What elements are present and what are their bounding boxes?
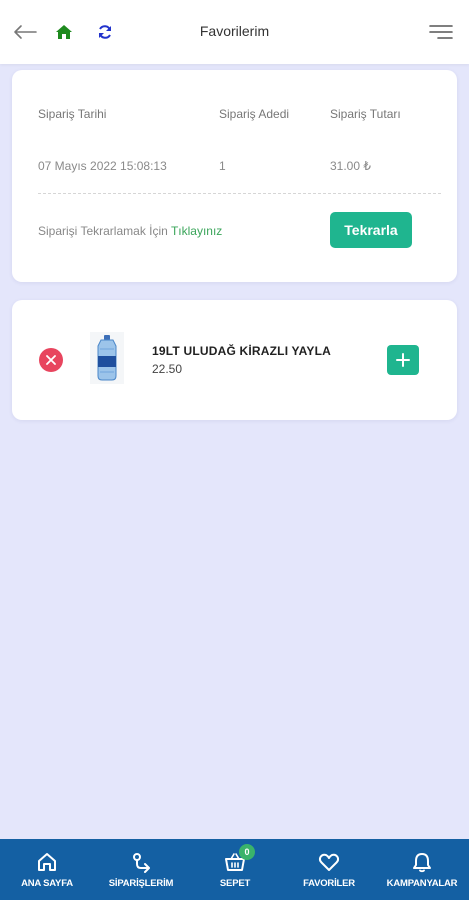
product-card: 19LT ULUDAĞ KİRAZLI YAYLA 22.50 (12, 300, 457, 420)
order-total-value: 31.00 ₺ (330, 159, 371, 173)
basket-icon: 0 (223, 844, 255, 874)
product-price: 22.50 (152, 362, 183, 376)
nav-campaigns-label: KAMPANYALAR (386, 878, 458, 889)
product-name: 19LT ULUDAĞ KİRAZLI YAYLA (152, 344, 332, 358)
order-count-label: Sipariş Adedi (219, 107, 290, 121)
nav-basket[interactable]: 0 SEPET (188, 839, 282, 900)
order-summary-card: Sipariş Tarihi Sipariş Adedi Sipariş Tut… (12, 70, 457, 282)
page-title: Favorilerim (199, 23, 270, 39)
remove-item-button[interactable] (39, 348, 63, 372)
nav-orders[interactable]: SİPARİŞLERİM (94, 839, 188, 900)
add-to-cart-button[interactable] (387, 345, 419, 375)
nav-orders-label: SİPARİŞLERİM (108, 878, 174, 889)
menu-icon[interactable] (429, 20, 453, 44)
nav-favorites-label: FAVORİLER (303, 878, 355, 889)
orders-icon (129, 850, 153, 874)
nav-basket-label: SEPET (219, 878, 251, 889)
divider (38, 193, 441, 194)
nav-favorites[interactable]: FAVORİLER (282, 839, 376, 900)
plus-icon (396, 353, 410, 367)
nav-home[interactable]: ANA SAYFA (0, 839, 94, 900)
top-app-bar: Favorilerim (0, 0, 469, 64)
basket-count-badge: 0 (239, 844, 255, 860)
product-image-water-bottle (90, 332, 124, 384)
order-date-label: Sipariş Tarihi (38, 107, 107, 121)
bell-icon (410, 850, 434, 874)
order-total-label: Sipariş Tutarı (330, 107, 401, 121)
nav-home-label: ANA SAYFA (21, 878, 73, 889)
repeat-order-text: Siparişi Tekrarlamak İçin (38, 224, 171, 238)
bottom-navigation: ANA SAYFA SİPARİŞLERİM 0 SEPET FAVORİLER… (0, 839, 469, 900)
home-icon (35, 850, 59, 874)
nav-campaigns[interactable]: KAMPANYALAR (375, 839, 469, 900)
repeat-order-button[interactable]: Tekrarla (330, 212, 412, 248)
order-count-value: 1 (219, 159, 226, 173)
heart-icon (317, 850, 341, 874)
close-icon (46, 355, 56, 365)
repeat-order-link[interactable]: Tıklayınız (171, 224, 222, 238)
repeat-order-prompt: Siparişi Tekrarlamak İçin Tıklayınız (38, 224, 222, 238)
order-date-value: 07 Mayıs 2022 15:08:13 (38, 159, 167, 173)
